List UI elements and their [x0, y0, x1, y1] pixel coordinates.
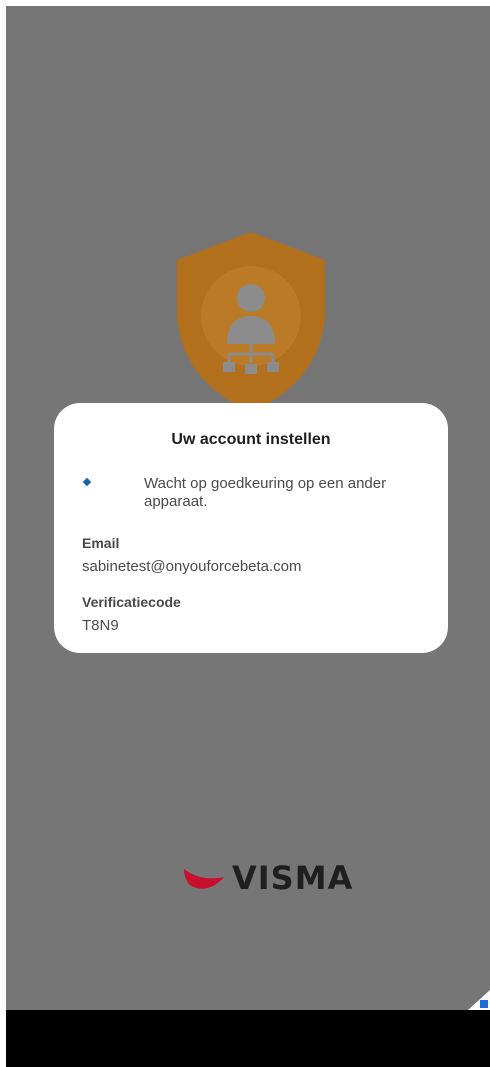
- setup-account-dialog: Uw account instellen Wacht op goedkeurin…: [54, 403, 448, 653]
- verification-code-label: Verificatiecode: [82, 594, 181, 610]
- email-value: sabinetest@onyouforcebeta.com: [82, 558, 302, 575]
- visma-logo-text: VISMA: [232, 859, 354, 897]
- visma-swoosh-icon: [184, 869, 224, 889]
- visma-logo: VISMA: [182, 858, 353, 898]
- verification-code-value: T8N9: [82, 617, 119, 634]
- system-navigation-bar: [6, 1010, 490, 1067]
- dialog-title: Uw account instellen: [171, 431, 331, 448]
- loading-spinner-icon: [82, 477, 92, 487]
- waiting-message: Wacht op goedkeuring op een ander appara…: [144, 475, 387, 510]
- email-label: Email: [82, 535, 120, 551]
- screen-overlay: Uw account instellen Wacht op goedkeurin…: [6, 6, 490, 1067]
- shield-user-network-icon: [177, 232, 325, 412]
- corner-badge-icon[interactable]: [462, 990, 490, 1010]
